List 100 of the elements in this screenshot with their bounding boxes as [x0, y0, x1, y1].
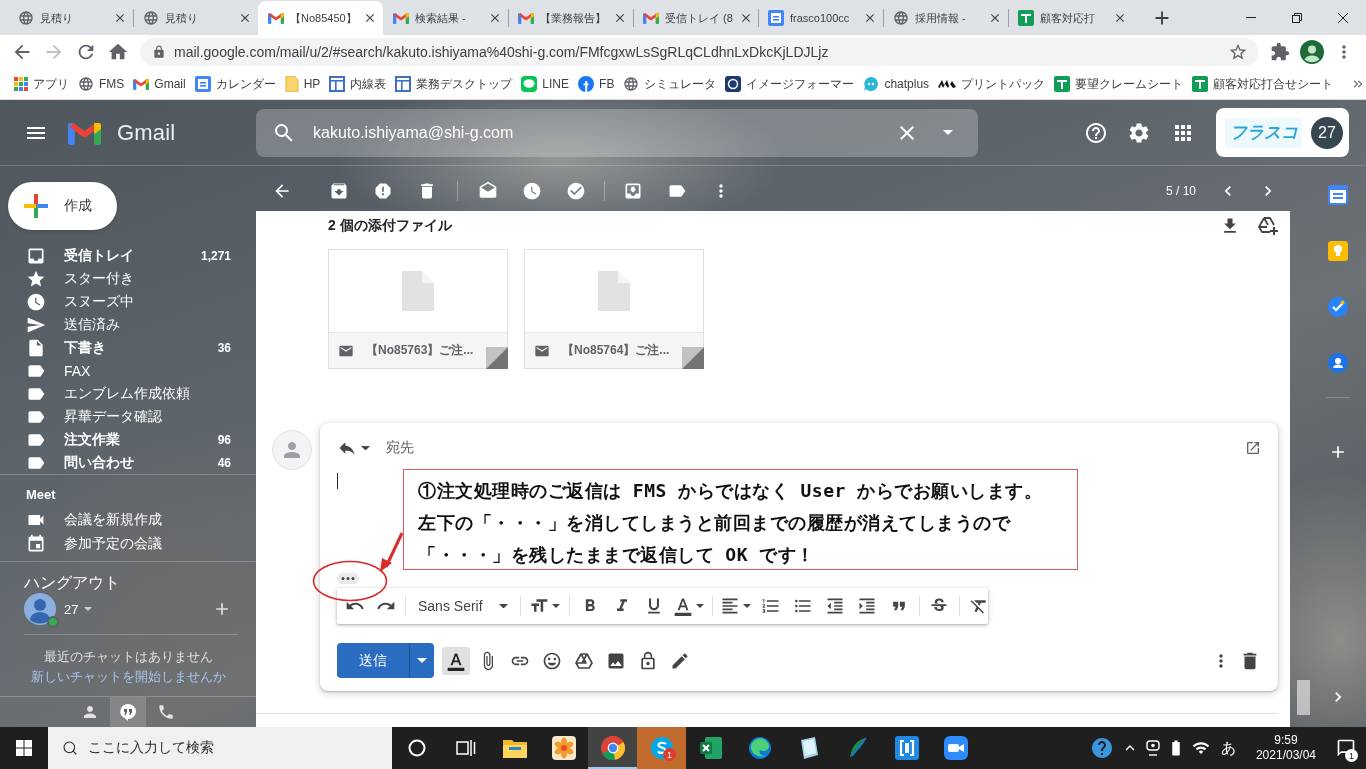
- bookmark-link[interactable]: 内線表: [329, 75, 387, 93]
- nav-item[interactable]: 注文作業 96: [0, 428, 256, 451]
- chat-tab[interactable]: [110, 697, 146, 727]
- bookmark-link[interactable]: カレンダー: [194, 75, 276, 93]
- help-icon[interactable]: [1084, 120, 1108, 145]
- formatting-toggle[interactable]: [442, 646, 470, 675]
- bookmark-link[interactable]: プリントパック: [938, 75, 1046, 93]
- browser-tab[interactable]: 【No85450】: [258, 1, 383, 35]
- browser-tab[interactable]: 見積り: [133, 1, 258, 35]
- nav-item[interactable]: スター付き: [0, 267, 256, 290]
- archive-icon[interactable]: [329, 181, 349, 201]
- close-icon[interactable]: [613, 11, 627, 25]
- to-label[interactable]: 宛先: [386, 439, 1241, 457]
- bookmark-link[interactable]: 業務デスクトップ: [395, 75, 513, 93]
- address-bar[interactable]: mail.google.com/mail/u/2/#search/kakuto.ishiyama%40shi-g.com/FMfcgxwLsSgRLqCLdhnLxDkcKjLDJLjz: [140, 38, 1258, 66]
- nav-item[interactable]: FAX: [0, 359, 256, 382]
- bookmark-link[interactable]: chatplus: [863, 76, 930, 92]
- bookmark-link[interactable]: イメージフォーマー: [725, 75, 855, 93]
- help-icon[interactable]: [1089, 736, 1114, 760]
- smiley-icon[interactable]: [542, 650, 562, 671]
- wifi-icon[interactable]: [1191, 739, 1210, 757]
- align-icon[interactable]: [720, 596, 741, 616]
- close-icon[interactable]: [113, 11, 127, 25]
- close-icon[interactable]: [488, 11, 502, 25]
- taskbar-button[interactable]: 1: [637, 727, 686, 769]
- scrollbar-thumb[interactable]: [1297, 680, 1310, 715]
- close-icon[interactable]: [363, 11, 377, 25]
- task-view-icon[interactable]: [455, 739, 476, 757]
- report-icon[interactable]: [373, 181, 393, 201]
- pen-icon[interactable]: [670, 650, 690, 671]
- font-select[interactable]: Sans Serif: [410, 598, 516, 614]
- close-icon[interactable]: [1338, 12, 1348, 23]
- taskbar-search-field[interactable]: ここに入力して検索: [48, 727, 392, 769]
- bookmark-link[interactable]: HP: [284, 76, 321, 92]
- bookmark-link[interactable]: FB: [578, 76, 615, 92]
- ellipsis-icon[interactable]: [337, 573, 359, 584]
- browser-tab[interactable]: frasco100cc: [758, 1, 883, 35]
- wave-logo-icon[interactable]: [747, 736, 772, 760]
- folder-icon[interactable]: [502, 738, 527, 758]
- windows-logo-icon[interactable]: [16, 740, 32, 756]
- pop-out-icon[interactable]: [1245, 440, 1261, 456]
- bookmark-link[interactable]: LINE: [521, 76, 570, 92]
- lock-icon[interactable]: [638, 650, 658, 671]
- text-color-icon[interactable]: [673, 596, 694, 616]
- nav-item[interactable]: エンブレム作成依頼: [0, 382, 256, 405]
- drive-icon[interactable]: [575, 652, 593, 669]
- numbered-list-icon[interactable]: [760, 596, 781, 616]
- account-avatar[interactable]: 27: [1311, 116, 1343, 149]
- nav-item[interactable]: 問い合わせ 46: [0, 451, 256, 474]
- puzzle-icon[interactable]: [1270, 42, 1290, 62]
- meet-item[interactable]: 参加予定の会議: [0, 532, 256, 556]
- browser-tab[interactable]: 見積り: [8, 1, 133, 35]
- star-icon[interactable]: [1228, 42, 1248, 62]
- calendar-icon[interactable]: [1328, 185, 1348, 205]
- close-icon[interactable]: [988, 11, 1002, 25]
- profile-avatar-icon[interactable]: [1300, 40, 1324, 64]
- flower-icon[interactable]: [551, 736, 576, 760]
- browser-tab[interactable]: 受信トレイ (8: [633, 1, 758, 35]
- restore-icon[interactable]: [1292, 12, 1302, 23]
- bookmark-link[interactable]: 要望クレームシート: [1054, 75, 1184, 93]
- bookmark-link[interactable]: FMS: [78, 76, 125, 92]
- spreadsheet-app-icon[interactable]: [698, 736, 723, 760]
- send-button[interactable]: 送信: [337, 643, 409, 678]
- video-camera-icon[interactable]: [943, 736, 968, 760]
- nav-item[interactable]: 下書き 36: [0, 336, 256, 359]
- tray-arrow-icon[interactable]: [623, 181, 643, 201]
- person-icon[interactable]: [1328, 353, 1348, 373]
- account-switcher[interactable]: フラスコ 27: [1216, 108, 1349, 157]
- nav-item[interactable]: 送信済み: [0, 313, 256, 336]
- nav-item[interactable]: 昇華データ確認: [0, 405, 256, 428]
- close-icon[interactable]: [238, 11, 252, 25]
- user-name[interactable]: 27: [64, 601, 79, 617]
- check-circle-icon[interactable]: [1328, 297, 1348, 317]
- bookmark-link[interactable]: Gmail: [133, 77, 186, 91]
- bracket-app-icon[interactable]: [894, 736, 919, 760]
- bookmark-link[interactable]: 顧客対応打合せシート: [1192, 75, 1334, 93]
- nav-item[interactable]: 受信トレイ 1,271: [0, 244, 256, 267]
- meet-item[interactable]: 会議を新規作成: [0, 508, 256, 532]
- clock-icon[interactable]: [522, 181, 542, 201]
- open-envelope-icon[interactable]: [478, 181, 498, 201]
- clock[interactable]: 9:59 2021/03/04: [1247, 733, 1326, 763]
- drive-plus-icon[interactable]: [1258, 217, 1278, 235]
- taskbar-button[interactable]: [588, 727, 637, 769]
- camera-icon[interactable]: [1145, 740, 1160, 756]
- browser-tab[interactable]: 採用情報 -: [883, 1, 1008, 35]
- browser-tab[interactable]: 【業務報告】: [508, 1, 633, 35]
- ime-indicator[interactable]: あ: [1216, 738, 1240, 758]
- attachment-card[interactable]: 【No85764】ご注...: [524, 249, 704, 369]
- attachment-card[interactable]: 【No85763】ご注...: [328, 249, 508, 369]
- browser-tab[interactable]: 顧客対応打: [1008, 1, 1133, 35]
- browser-logo-icon[interactable]: [600, 736, 625, 760]
- nav-item[interactable]: スヌーズ中: [0, 290, 256, 313]
- close-icon[interactable]: [863, 11, 877, 25]
- send-options-button[interactable]: [409, 643, 434, 678]
- ring-icon[interactable]: [407, 739, 426, 757]
- compose-button[interactable]: 作成: [8, 182, 117, 230]
- settings-icon[interactable]: [1127, 120, 1151, 145]
- close-icon[interactable]: [1113, 11, 1127, 25]
- bookmark-link[interactable]: アプリ: [14, 75, 69, 93]
- browser-tab[interactable]: 検索結果 -: [383, 1, 508, 35]
